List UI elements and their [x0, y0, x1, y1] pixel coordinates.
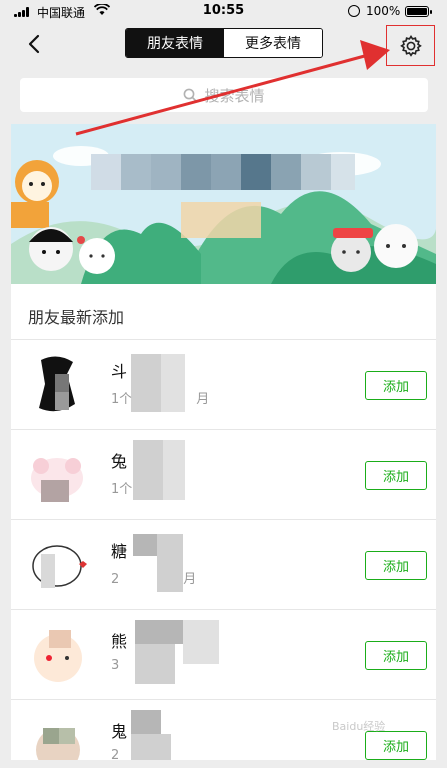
sticker-thumbnail — [31, 458, 83, 502]
add-button[interactable]: 添加 — [365, 551, 427, 580]
friends-latest-section: 朋友最新添加 斗 1个月 添加 兔 1个 添加 糖 2月 添加 熊 3 添加 鬼… — [11, 284, 436, 760]
blur-mask — [183, 620, 219, 664]
watermark: Baidu经验 — [332, 720, 386, 733]
blur-mask — [131, 734, 171, 760]
sticker-subtitle: 3 — [111, 658, 120, 673]
tab-friends-stickers[interactable]: 朋友表情 — [126, 29, 224, 57]
gear-icon[interactable] — [399, 34, 423, 58]
blur-mask — [135, 644, 175, 684]
settings-highlight-box — [386, 25, 435, 66]
blur-mask — [131, 710, 161, 734]
sticker-name: 熊 — [111, 632, 128, 651]
blur-mask — [133, 534, 157, 556]
tab-switcher: 朋友表情 更多表情 — [125, 28, 323, 58]
blur-mask — [131, 354, 161, 412]
sticker-subtitle: 2月 — [111, 572, 197, 587]
add-button[interactable]: 添加 — [365, 461, 427, 490]
sticker-subtitle: 2 — [111, 748, 120, 760]
banner-illustration — [11, 124, 436, 284]
search-bar[interactable]: 搜索表情 — [20, 78, 428, 112]
blur-mask — [157, 534, 183, 592]
tab-more-stickers[interactable]: 更多表情 — [224, 29, 322, 57]
sticker-name: 兔 — [111, 452, 128, 471]
blur-mask — [133, 440, 163, 500]
status-bar: 中国联通 10:55 100% — [0, 0, 447, 24]
list-item[interactable]: 斗 1个月 添加 — [11, 339, 436, 429]
search-placeholder: 搜索表情 — [204, 86, 265, 105]
chevron-left-icon[interactable] — [24, 34, 44, 54]
search-icon — [184, 88, 198, 102]
sticker-name: 糖 — [111, 542, 128, 561]
sticker-thumbnail — [32, 545, 87, 588]
sticker-name: 斗 — [111, 362, 128, 381]
sticker-banner[interactable] — [11, 124, 436, 284]
sticker-subtitle: 1个 — [111, 482, 133, 497]
blur-mask — [135, 620, 183, 644]
add-button[interactable]: 添加 — [365, 641, 427, 670]
sticker-name: 鬼 — [111, 722, 128, 741]
nav-bar: 朋友表情 更多表情 — [0, 24, 447, 66]
add-button[interactable]: 添加 — [365, 371, 427, 400]
list-item[interactable]: 熊 3 添加 — [11, 609, 436, 699]
section-title: 朋友最新添加 — [28, 308, 125, 327]
blur-mask — [161, 354, 185, 412]
blur-mask — [163, 440, 185, 500]
list-item[interactable]: 兔 1个 添加 — [11, 429, 436, 519]
sticker-thumbnail — [39, 356, 75, 412]
rotation-lock-icon — [348, 5, 360, 17]
sticker-thumbnail — [34, 630, 82, 682]
sticker-thumbnail — [36, 728, 80, 760]
list-item[interactable]: 糖 2月 添加 — [11, 519, 436, 609]
battery-percent: 100% — [366, 4, 401, 18]
battery-icon — [405, 6, 432, 17]
add-button[interactable]: 添加 — [365, 731, 427, 760]
